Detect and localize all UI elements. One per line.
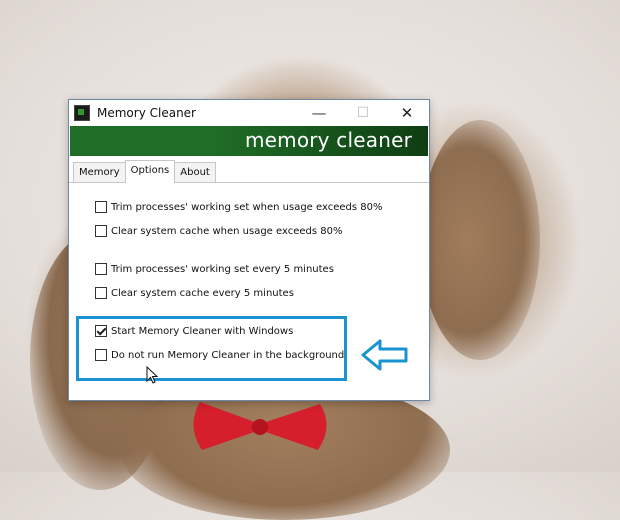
option-clear-cache-interval[interactable]: Clear system cache every 5 minutes: [95, 287, 294, 299]
red-bow-decoration: [193, 402, 327, 450]
window-title: Memory Cleaner: [97, 106, 196, 120]
dog-fur-right: [420, 120, 540, 360]
checkbox-trim-interval[interactable]: [95, 263, 107, 275]
window-controls: — ☐ ✕: [297, 100, 429, 126]
option-trim-usage[interactable]: Trim processes' working set when usage e…: [95, 201, 383, 213]
mouse-cursor-icon: [146, 366, 159, 384]
tab-bar: Memory Options About: [69, 160, 429, 183]
option-label: Trim processes' working set when usage e…: [111, 201, 383, 213]
checkbox-clear-cache-usage[interactable]: [95, 225, 107, 237]
arrow-left-outline-icon: [361, 339, 408, 371]
option-trim-interval[interactable]: Trim processes' working set every 5 minu…: [95, 263, 334, 275]
minimize-button[interactable]: —: [297, 100, 341, 126]
checkbox-trim-usage[interactable]: [95, 201, 107, 213]
tab-memory[interactable]: Memory: [73, 162, 126, 182]
app-banner: memory cleaner: [70, 126, 428, 156]
highlight-box: [76, 316, 347, 381]
maximize-button[interactable]: ☐: [341, 100, 385, 126]
tab-options[interactable]: Options: [124, 160, 176, 183]
title-bar[interactable]: Memory Cleaner — ☐ ✕: [69, 100, 429, 126]
app-icon: [74, 105, 90, 121]
option-label: Trim processes' working set every 5 minu…: [111, 263, 334, 275]
tab-about[interactable]: About: [174, 162, 216, 182]
option-label: Clear system cache when usage exceeds 80…: [111, 225, 343, 237]
banner-title: memory cleaner: [244, 128, 412, 152]
close-button[interactable]: ✕: [385, 100, 429, 126]
checkbox-clear-cache-interval[interactable]: [95, 287, 107, 299]
option-clear-cache-usage[interactable]: Clear system cache when usage exceeds 80…: [95, 225, 342, 237]
option-label: Clear system cache every 5 minutes: [111, 287, 294, 299]
